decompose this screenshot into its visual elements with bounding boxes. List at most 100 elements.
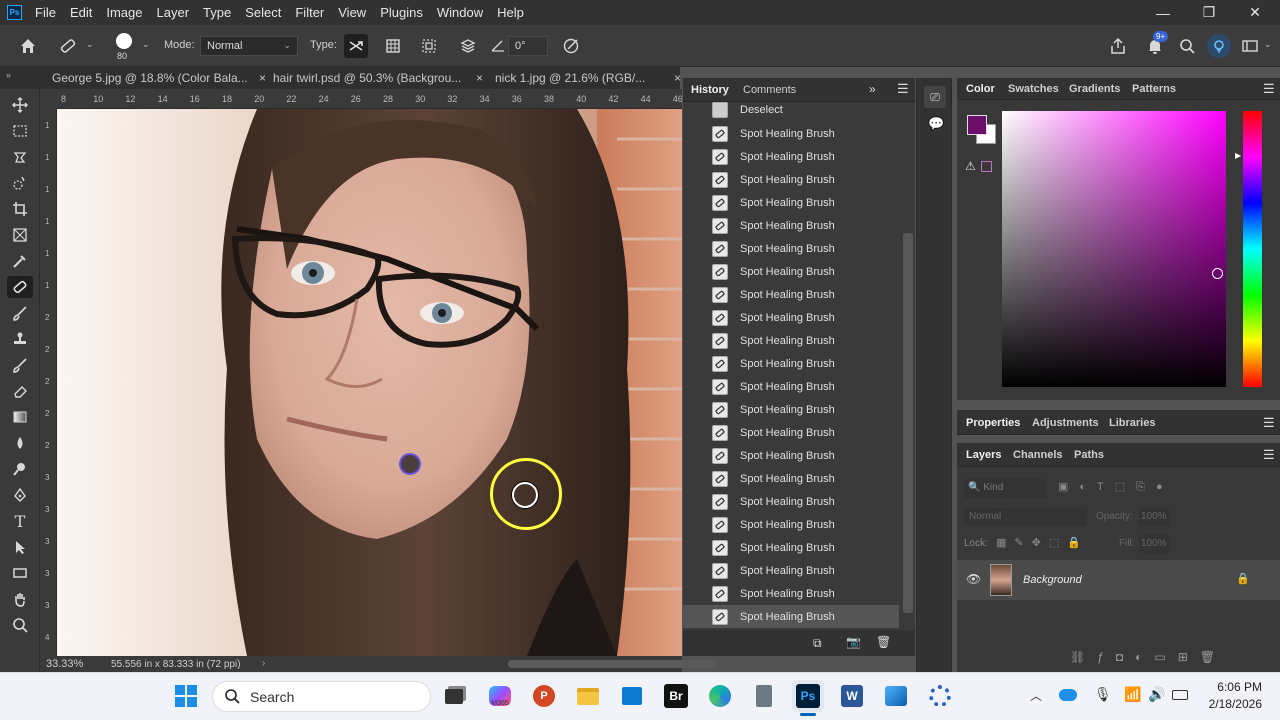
clone-stamp-tool-icon[interactable] (7, 328, 33, 350)
frame-tool-icon[interactable] (7, 224, 33, 246)
pen-tool-icon[interactable] (7, 484, 33, 506)
mode-dropdown[interactable]: Normal ⌄ (200, 36, 298, 56)
menu-plugins[interactable]: Plugins (373, 0, 430, 25)
layer-row[interactable]: 👁 Background 🔒 (957, 560, 1280, 600)
pressure-size-icon[interactable] (559, 34, 583, 58)
tab-patterns[interactable]: Patterns (1132, 83, 1176, 95)
history-item-deselect[interactable]: Deselect (683, 102, 899, 118)
panel-menu-icon[interactable]: ☰ (1263, 81, 1275, 97)
close-icon[interactable]: × (476, 67, 483, 89)
angle-input[interactable]: 0° (508, 36, 548, 56)
wifi-icon[interactable]: 📶 (1124, 686, 1141, 703)
eye-visibility-icon[interactable]: 👁 (966, 572, 981, 586)
panel-menu-icon[interactable]: ☰ (1263, 415, 1275, 431)
microphone-icon[interactable]: 🎙 (1094, 686, 1112, 703)
workspace-icon[interactable] (1238, 34, 1262, 58)
history-item[interactable]: Spot Healing Brush (683, 605, 899, 628)
crop-tool-icon[interactable] (7, 198, 33, 220)
chevron-right-icon[interactable]: › (262, 658, 265, 669)
hand-tool-icon[interactable] (7, 588, 33, 610)
path-selection-tool-icon[interactable] (7, 536, 33, 558)
powerpoint-icon[interactable]: P (528, 680, 560, 712)
search-icon[interactable] (1175, 34, 1199, 58)
windows-start-icon[interactable] (174, 684, 200, 710)
tab-libraries[interactable]: Libraries (1109, 417, 1155, 429)
discover-lightbulb-icon[interactable] (1207, 34, 1231, 58)
content-aware-type-button[interactable] (344, 34, 368, 58)
panel-expand-icon[interactable]: » (869, 82, 876, 96)
collapse-toolbar-icon[interactable]: » (0, 67, 40, 89)
color-picker-handle[interactable] (1212, 268, 1223, 279)
volume-icon[interactable]: 🔊 (1148, 686, 1165, 703)
history-scrollbar[interactable] (902, 118, 914, 626)
history-panel-icon[interactable]: ⎚ (924, 86, 946, 108)
photos-app-icon[interactable] (880, 680, 912, 712)
dodge-tool-icon[interactable] (7, 458, 33, 480)
onedrive-cloud-icon[interactable] (1059, 689, 1077, 701)
battery-icon[interactable] (1172, 690, 1188, 700)
create-texture-button[interactable] (381, 34, 405, 58)
panel-menu-icon[interactable]: ☰ (1263, 447, 1275, 463)
menu-view[interactable]: View (331, 0, 373, 25)
layer-filter-icons[interactable]: ▣◐T⬚⎘● (1058, 480, 1174, 494)
tab-channels[interactable]: Channels (1013, 449, 1063, 461)
color-saturation-field[interactable] (1002, 111, 1226, 387)
fill-input[interactable]: 100% (1139, 535, 1169, 553)
doc-tab-nick[interactable]: nick 1.jpg @ 21.6% (RGB/... × (483, 67, 681, 89)
history-item[interactable]: Spot Healing Brush (683, 329, 899, 352)
brush-tool-icon[interactable] (7, 302, 33, 324)
panel-menu-icon[interactable]: ☰ (897, 81, 909, 97)
close-icon[interactable]: × (674, 67, 681, 89)
layer-name[interactable]: Background (1023, 574, 1082, 586)
menu-edit[interactable]: Edit (63, 0, 99, 25)
object-selection-tool-icon[interactable] (7, 172, 33, 194)
trash-icon[interactable]: 🗑 (876, 635, 891, 649)
history-item[interactable]: Spot Healing Brush (683, 352, 899, 375)
chevron-up-icon[interactable]: ︿ (1030, 687, 1042, 704)
zoom-level[interactable]: 33.33% (46, 658, 83, 670)
history-item[interactable]: Spot Healing Brush (683, 260, 899, 283)
doc-tab-hair-twirl[interactable]: hair twirl.psd @ 50.3% (Backgrou... × (261, 67, 483, 89)
settings-gear-icon[interactable] (924, 680, 956, 712)
menu-type[interactable]: Type (196, 0, 238, 25)
history-item[interactable]: Spot Healing Brush (683, 582, 899, 605)
tab-adjustments[interactable]: Adjustments (1032, 417, 1099, 429)
zoom-tool-icon[interactable] (7, 614, 33, 636)
blend-mode-dropdown[interactable]: Normal (964, 508, 1087, 526)
history-item[interactable]: Spot Healing Brush (683, 306, 899, 329)
camera-snapshot-icon[interactable]: 📷 (846, 635, 861, 649)
hue-slider[interactable] (1243, 111, 1262, 387)
proximity-match-button[interactable] (417, 34, 441, 58)
brush-preview-icon[interactable] (116, 33, 132, 49)
history-item[interactable]: Spot Healing Brush (683, 214, 899, 237)
history-item[interactable]: Spot Healing Brush (683, 536, 899, 559)
doc-tab-george[interactable]: George 5.jpg @ 18.8% (Color Bala... × (40, 67, 266, 89)
home-icon[interactable] (16, 34, 40, 58)
tab-layers[interactable]: Layers (966, 449, 1001, 461)
menu-file[interactable]: File (28, 0, 63, 25)
task-view-icon[interactable] (438, 680, 470, 712)
clock-date[interactable]: 2/18/2026 (1200, 697, 1262, 711)
history-item[interactable]: Spot Healing Brush (683, 444, 899, 467)
tab-swatches[interactable]: Swatches (1008, 83, 1059, 95)
clock-time[interactable]: 6:06 PM (1204, 680, 1262, 694)
foreground-color-swatch[interactable] (967, 115, 987, 135)
rectangle-tool-icon[interactable] (7, 562, 33, 584)
new-document-from-state-icon[interactable]: ⧉ (813, 636, 822, 651)
blur-tool-icon[interactable] (7, 432, 33, 454)
history-item[interactable]: Spot Healing Brush (683, 168, 899, 191)
layer-footer-icons[interactable]: ⛓ƒ◘◐▭⊞🗑 (1070, 650, 1227, 664)
menu-window[interactable]: Window (430, 0, 490, 25)
document-info[interactable]: 55.556 in x 83.333 in (72 ppi) (111, 659, 241, 670)
history-item[interactable]: Spot Healing Brush (683, 421, 899, 444)
tab-color[interactable]: Color (966, 83, 995, 95)
menu-layer[interactable]: Layer (150, 0, 197, 25)
history-item[interactable]: Spot Healing Brush (683, 559, 899, 582)
photoshop-taskbar-icon[interactable]: Ps (792, 680, 824, 712)
tab-properties[interactable]: Properties (966, 417, 1020, 429)
sample-all-layers-icon[interactable] (456, 34, 480, 58)
web-safe-color-icon[interactable] (981, 161, 992, 172)
document-canvas[interactable] (57, 109, 682, 656)
eraser-tool-icon[interactable] (7, 380, 33, 402)
tab-comments[interactable]: Comments (743, 84, 796, 96)
